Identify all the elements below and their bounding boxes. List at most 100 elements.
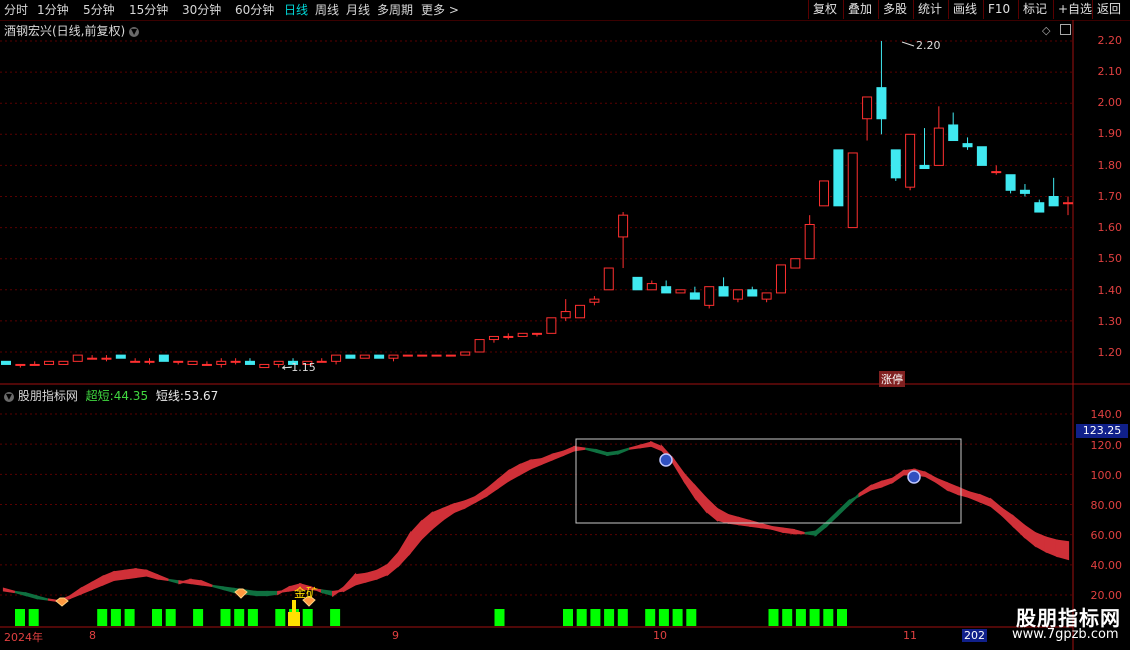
indicator-tick: 60.00 [1090,529,1123,542]
candle-body [819,180,830,207]
candle-body [991,171,1002,174]
price-tick: 1.40 [1097,284,1123,297]
ribbon-segment [112,569,126,582]
candle-body [1048,196,1059,207]
candle [388,354,399,362]
ribbon-segment [606,450,620,456]
indicator-tick: 80.00 [1090,499,1123,512]
ribbon-segment [825,509,839,529]
ribbon-segment [496,468,510,490]
ribbon-segment [715,507,730,525]
ribbon-segment [1023,523,1037,548]
candle [747,286,758,297]
signal-bar [658,609,669,626]
x-tick-year-current: 202 [962,629,987,642]
candle [402,354,413,357]
candle [115,354,126,359]
ribbon-segment [836,498,850,518]
candle [761,292,772,303]
signal-bar [604,609,615,626]
signal-bar [152,609,162,626]
candle-body [87,357,98,360]
candle-body [976,146,987,166]
low-price-value: 1.15 [291,361,316,374]
chart-canvas [0,20,1130,650]
ribbon-segment [880,477,894,489]
candle [130,358,141,363]
candle-body [962,143,973,148]
candle-body [101,357,112,360]
candle-body [546,317,557,334]
chevron-down-icon[interactable]: ▼ [4,391,14,402]
candle [374,354,385,359]
candle-body [862,96,873,120]
candle [1034,199,1045,213]
ribbon-segment [168,578,181,585]
candle-body [1,360,11,365]
candle-body [445,354,456,357]
candle [244,358,255,365]
candle-body [187,360,198,365]
candle [589,296,600,306]
ribbon-segment [79,581,93,596]
candle-body [144,360,155,363]
signal-bar [275,609,286,626]
limit-up-badge: 涨停 [879,371,905,387]
candle [560,299,571,321]
ribbon-segment [804,530,817,536]
ribbon-segment [200,579,213,588]
ribbon-segment [968,490,982,504]
candle [158,354,169,362]
candle [991,165,1002,175]
signal-bar [809,609,820,626]
high-marker [901,41,915,47]
signal-bar [124,609,135,626]
ribbon-segment [585,447,598,454]
candle [29,361,40,366]
candle-body [646,283,657,291]
ribbon-segment [858,484,872,498]
ribbon-segment [321,589,335,597]
ribbon-segment [617,447,630,455]
signal-bar [193,609,204,626]
candle-body [58,360,69,365]
ribbon-segment [386,549,400,577]
candle-body [1019,189,1030,194]
ribbon-segment [430,507,444,531]
ribbon-segment [397,530,411,568]
ribbon-segment [212,584,225,591]
candle-body [761,292,772,300]
ribbon-segment [551,450,565,461]
candle [804,215,815,260]
ribbon-segment [748,519,762,529]
candle [976,146,987,166]
ribbon-segment [595,448,609,457]
candle-body [517,332,528,337]
ribbon-segment [266,590,280,597]
ribbon-segment [178,578,192,585]
selection-box[interactable] [575,438,962,524]
candle [187,360,198,365]
price-tick: 1.80 [1097,159,1123,172]
candle-body [775,264,786,294]
candle [417,354,428,357]
candle [890,149,901,181]
price-tick: 1.30 [1097,315,1123,328]
super-short-label: 超短: [85,389,114,403]
candle [632,276,643,291]
ribbon-segment [1055,539,1070,561]
candle-body [474,339,485,353]
low-price-label: ←1.15 [282,361,316,374]
indicator-tick: 40.00 [1090,559,1123,572]
candle-body [72,354,83,362]
candle-body [331,354,342,362]
candle-body [130,360,141,363]
ribbon-segment [156,573,169,582]
x-tick-month: 10 [653,629,667,642]
candle [316,358,327,363]
candle-body [603,267,614,291]
candle [646,280,657,291]
candle-body [661,286,672,294]
ribbon-segment [408,519,422,556]
candle-body [345,354,356,359]
